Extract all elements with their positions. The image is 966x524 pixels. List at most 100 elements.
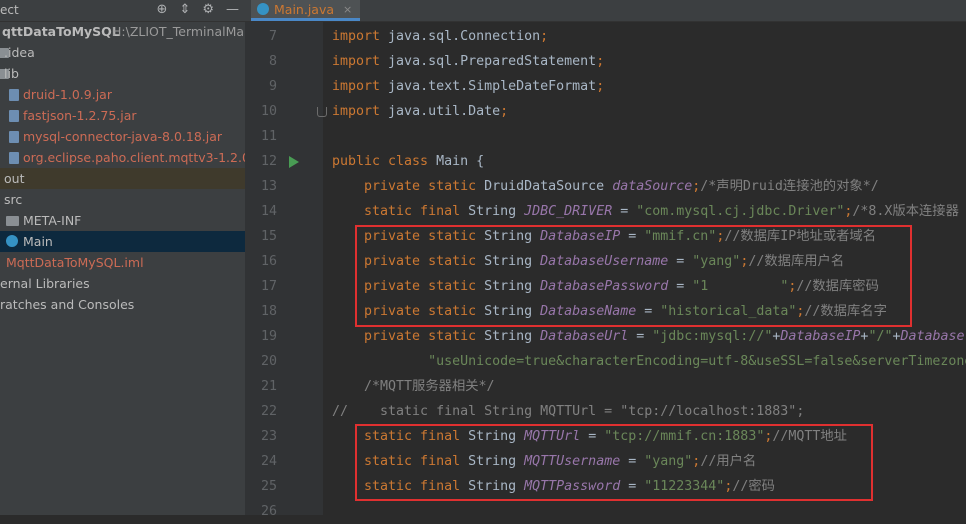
code-text: import java.text.SimpleDateFormat; <box>332 74 604 99</box>
tree-item-label: fastjson-1.2.75.jar <box>23 108 137 123</box>
code-line[interactable]: 14 static final String JDBC_DRIVER = "co… <box>245 199 966 224</box>
tree-item-idea[interactable]: .idea <box>0 42 245 63</box>
code-text: /*MQTT服务器相关*/ <box>332 374 495 399</box>
code-token: ; <box>500 104 509 119</box>
code-line[interactable]: 11 <box>245 124 966 149</box>
code-line[interactable]: 12 public class Main { <box>245 149 966 174</box>
close-icon[interactable]: × <box>343 3 352 16</box>
code-line[interactable]: 22 // static final String MQTTUrl = "tcp:… <box>245 399 966 424</box>
code-token: java.sql.Connection <box>388 29 541 44</box>
code-token: /*MQTT服务器相关*/ <box>332 379 495 394</box>
line-number: 13 <box>260 179 277 194</box>
code-token: import <box>332 79 389 94</box>
code-line[interactable]: 21 /*MQTT服务器相关*/ <box>245 374 966 399</box>
tree-item-druid-jar[interactable]: druid-1.0.9.jar <box>0 84 245 105</box>
code-token: Main { <box>436 154 485 169</box>
code-token: public class <box>332 154 437 169</box>
line-number: 8 <box>268 54 277 69</box>
tree-item-label: META-INF <box>23 213 82 228</box>
tree-item-external-libraries[interactable]: ernal Libraries <box>0 273 245 294</box>
tree-item-src[interactable]: src <box>0 189 245 210</box>
code-token: // static final String MQTTUrl = "tcp://… <box>332 404 805 419</box>
tree-item-label: src <box>4 192 23 207</box>
code-token: java.sql.PreparedStatement <box>388 54 597 69</box>
code-token: /*声明Druid连接池的对象*/ <box>700 179 879 194</box>
code-token: dataSource <box>612 179 693 194</box>
tree-item-paho-jar[interactable]: org.eclipse.paho.client.mqttv3-1.2.0.jar <box>0 147 245 168</box>
code-line[interactable]: 9 import java.text.SimpleDateFormat; <box>245 74 966 99</box>
run-icon[interactable] <box>289 156 299 168</box>
tree-item-label: out <box>4 171 25 186</box>
line-number: 24 <box>260 454 277 469</box>
tree-item-lib[interactable]: lib <box>0 63 245 84</box>
jar-icon <box>9 89 19 101</box>
tree-item-scratches[interactable]: ratches and Consoles <box>0 294 245 315</box>
locate-icon[interactable]: ⊕ <box>157 2 168 17</box>
collapse-all-icon[interactable]: ⇕ <box>179 2 190 17</box>
code-token: import <box>332 54 389 69</box>
code-text: "useUnicode=true&characterEncoding=utf-8… <box>332 349 966 374</box>
line-number: 16 <box>260 254 277 269</box>
tree-item-label: lib <box>4 66 19 81</box>
code-token: String <box>468 204 525 219</box>
line-number: 17 <box>260 279 277 294</box>
code-token: static final <box>332 204 469 219</box>
tree-item-label: ernal Libraries <box>0 276 90 291</box>
code-line[interactable]: 13 private static DruidDataSource dataSo… <box>245 174 966 199</box>
line-number: 21 <box>260 379 277 394</box>
tree-item-label: MqttDataToMySQL.iml <box>6 255 144 270</box>
tree-item-meta-inf[interactable]: META-INF <box>0 210 245 231</box>
line-number: 20 <box>260 354 277 369</box>
line-number: 22 <box>260 404 277 419</box>
code-token: "jdbc:mysql://" <box>652 329 773 344</box>
minimize-icon[interactable]: — <box>226 2 239 17</box>
code-line[interactable]: 19 private static String DatabaseUrl = "… <box>245 324 966 349</box>
code-token: "useUnicode=true&characterEncoding=utf-8… <box>332 354 966 369</box>
editor-tab-bar: Main.java × <box>245 0 966 22</box>
code-token: DatabaseIP <box>780 329 861 344</box>
code-token: private static <box>332 329 485 344</box>
code-text: import java.sql.Connection; <box>332 24 548 49</box>
jar-icon <box>9 131 19 143</box>
tree-item-label: druid-1.0.9.jar <box>23 87 112 102</box>
tree-item-out[interactable]: out <box>0 168 245 189</box>
code-line[interactable]: 7 import java.sql.Connection; <box>245 24 966 49</box>
code-line[interactable]: 26 <box>245 499 966 524</box>
line-number: 10 <box>260 104 277 119</box>
code-token: ; <box>540 29 549 44</box>
tree-item-label: mysql-connector-java-8.0.18.jar <box>23 129 223 144</box>
line-number: 18 <box>260 304 277 319</box>
tree-item-label: org.eclipse.paho.client.mqttv3-1.2.0.jar <box>23 150 245 165</box>
tree-item-mysql-jar[interactable]: mysql-connector-java-8.0.18.jar <box>0 126 245 147</box>
code-token: Database <box>900 329 965 344</box>
tree-item-iml[interactable]: MqttDataToMySQL.iml <box>0 252 245 273</box>
code-text: private static String DatabaseUrl = "jdb… <box>332 324 965 349</box>
code-token: /*8.X版本连接器 <box>852 204 959 219</box>
code-line[interactable]: 8 import java.sql.PreparedStatement; <box>245 49 966 74</box>
tree-item-fastjson-jar[interactable]: fastjson-1.2.75.jar <box>0 105 245 126</box>
tab-main-java[interactable]: Main.java × <box>251 0 361 21</box>
code-token: "com.mysql.cj.jdbc.Driver" <box>636 204 845 219</box>
tree-item-project-root[interactable]: qttDataToMySQL H:\ZLIOT_TerminalMana <box>0 21 245 42</box>
code-token: JDBC_DRIVER <box>524 204 613 219</box>
highlight-box-mqtt <box>355 424 873 501</box>
code-line[interactable]: 20 "useUnicode=true&characterEncoding=ut… <box>245 349 966 374</box>
code-token: java.text.SimpleDateFormat <box>388 79 597 94</box>
code-text: public class Main { <box>332 149 484 174</box>
code-token: DruidDataSource <box>484 179 613 194</box>
gear-icon[interactable]: ⚙ <box>202 2 214 17</box>
tree-item-main[interactable]: Main <box>0 231 245 252</box>
line-number: 15 <box>260 229 277 244</box>
code-line[interactable]: 10 import java.util.Date; <box>245 99 966 124</box>
class-icon <box>257 3 269 15</box>
fold-icon[interactable] <box>317 107 327 117</box>
line-number: 19 <box>260 329 277 344</box>
code-token: DatabaseUrl <box>540 329 629 344</box>
class-icon <box>6 235 18 247</box>
line-number: 7 <box>268 29 277 44</box>
tree-item-label: ratches and Consoles <box>0 297 135 312</box>
line-number: 11 <box>260 129 277 144</box>
code-token: private static <box>332 179 485 194</box>
tree-item-label: .idea <box>4 45 35 60</box>
code-text: static final String JDBC_DRIVER = "com.m… <box>332 199 959 224</box>
